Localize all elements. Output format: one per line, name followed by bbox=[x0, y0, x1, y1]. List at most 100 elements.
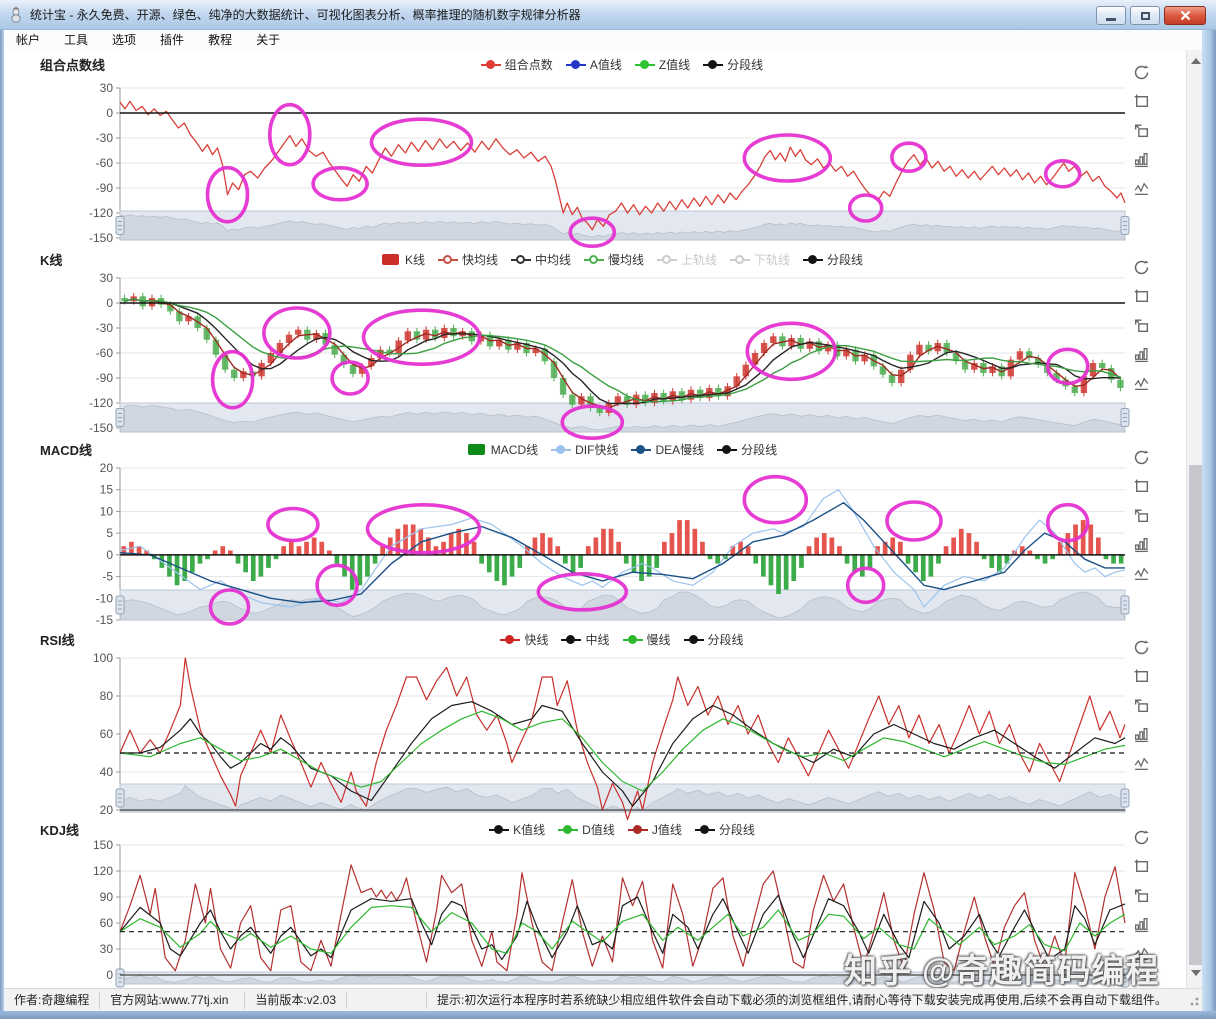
bar-view-icon[interactable] bbox=[1133, 536, 1150, 553]
menu-item-tutorial[interactable]: 教程 bbox=[196, 30, 244, 50]
menu-item-about[interactable]: 关于 bbox=[244, 30, 292, 50]
line-view-icon[interactable] bbox=[1133, 945, 1150, 962]
legend-item-K线[interactable]: K线 bbox=[381, 251, 425, 268]
scroll-up-icon[interactable] bbox=[1191, 58, 1201, 64]
y-tick-label: -10 bbox=[96, 591, 114, 605]
legend-item-上轨线[interactable]: 上轨线 bbox=[657, 251, 717, 268]
bar-view-icon[interactable] bbox=[1133, 346, 1150, 363]
legend-marker-icon bbox=[438, 254, 458, 265]
refresh-icon[interactable] bbox=[1133, 449, 1150, 466]
y-tick-label: 15 bbox=[100, 483, 114, 497]
legend-label: J值线 bbox=[652, 821, 682, 838]
legend-label: 分段线 bbox=[741, 441, 777, 458]
annotation-ellipse bbox=[887, 502, 941, 540]
legend-item-J值线[interactable]: J值线 bbox=[628, 821, 682, 838]
chart-tools-kdj bbox=[1128, 829, 1154, 962]
refresh-icon[interactable] bbox=[1133, 64, 1150, 81]
bar-view-icon[interactable] bbox=[1133, 726, 1150, 743]
zoom-select-icon[interactable] bbox=[1133, 668, 1150, 685]
legend-item-分段线[interactable]: 分段线 bbox=[803, 251, 863, 268]
legend-label: MACD线 bbox=[491, 441, 538, 458]
chart-header-macd: MACD线MACD线DIF快线DEA慢线分段线 bbox=[4, 435, 1184, 463]
chart-title-rsi: RSI线 bbox=[40, 630, 210, 649]
vertical-scrollbar[interactable] bbox=[1186, 50, 1202, 988]
legend-marker-icon bbox=[566, 59, 586, 70]
legend-item-中均线[interactable]: 中均线 bbox=[511, 251, 571, 268]
chart-tools-macd bbox=[1128, 449, 1154, 582]
legend-item-中线[interactable]: 中线 bbox=[561, 631, 609, 648]
refresh-icon[interactable] bbox=[1133, 829, 1150, 846]
line-view-icon[interactable] bbox=[1133, 180, 1150, 197]
refresh-icon[interactable] bbox=[1133, 259, 1150, 276]
legend-label: 分段线 bbox=[719, 821, 755, 838]
legend-marker-icon bbox=[500, 634, 520, 645]
maximize-button[interactable] bbox=[1130, 6, 1160, 25]
legend-item-分段线[interactable]: 分段线 bbox=[703, 56, 763, 73]
legend-item-快线[interactable]: 快线 bbox=[500, 631, 548, 648]
menu-item-account[interactable]: 帐户 bbox=[4, 30, 52, 50]
restore-zoom-icon[interactable] bbox=[1133, 697, 1150, 714]
status-tip: 提示:初次运行本程序时若系统缺少相应组件软件会自动下载必须的浏览框组件,请耐心等… bbox=[427, 992, 1186, 1009]
restore-zoom-icon[interactable] bbox=[1133, 122, 1150, 139]
legend-item-D值线[interactable]: D值线 bbox=[558, 821, 615, 838]
scrollbar-thumb[interactable] bbox=[1189, 465, 1202, 965]
line-view-icon[interactable] bbox=[1133, 755, 1150, 772]
legend-item-分段线[interactable]: 分段线 bbox=[717, 441, 777, 458]
refresh-icon[interactable] bbox=[1133, 639, 1150, 656]
legend-item-Z值线[interactable]: Z值线 bbox=[635, 56, 690, 73]
menu-item-plugins[interactable]: 插件 bbox=[148, 30, 196, 50]
scroll-down-icon[interactable] bbox=[1191, 970, 1201, 976]
y-tick-label: -30 bbox=[96, 321, 114, 335]
annotation-ellipse bbox=[372, 119, 472, 165]
line-view-icon[interactable] bbox=[1133, 375, 1150, 392]
chart-plot-kline: 300-30-60-90-120-150 bbox=[88, 273, 1133, 435]
legend-marker-icon bbox=[730, 254, 750, 265]
legend-marker-icon bbox=[684, 634, 704, 645]
line-view-icon[interactable] bbox=[1133, 565, 1150, 582]
zoom-select-icon[interactable] bbox=[1133, 858, 1150, 875]
restore-zoom-icon[interactable] bbox=[1133, 507, 1150, 524]
legend-item-慢均线[interactable]: 慢均线 bbox=[584, 251, 644, 268]
legend-item-分段线[interactable]: 分段线 bbox=[684, 631, 744, 648]
status-bar: 作者:奇趣编程 官方网站:www.77tj.xin 当前版本:v2.03 提示:… bbox=[4, 988, 1202, 1011]
legend-item-A值线[interactable]: A值线 bbox=[566, 56, 622, 73]
legend-label: D值线 bbox=[582, 821, 615, 838]
resize-grip-icon[interactable] bbox=[1186, 993, 1200, 1007]
zoom-select-icon[interactable] bbox=[1133, 93, 1150, 110]
menu-item-options[interactable]: 选项 bbox=[100, 30, 148, 50]
bar-view-icon[interactable] bbox=[1133, 151, 1150, 168]
legend-item-组合点数[interactable]: 组合点数 bbox=[481, 56, 553, 73]
chart-plot-kdj: 1501209060300 bbox=[88, 843, 1133, 988]
legend-item-快均线[interactable]: 快均线 bbox=[438, 251, 498, 268]
restore-zoom-icon[interactable] bbox=[1133, 887, 1150, 904]
close-button[interactable] bbox=[1164, 6, 1206, 25]
legend-item-K值线[interactable]: K值线 bbox=[489, 821, 545, 838]
legend-label: 下轨线 bbox=[754, 251, 790, 268]
y-tick-label: 100 bbox=[93, 651, 113, 665]
bar-view-icon[interactable] bbox=[1133, 916, 1150, 933]
legend-marker-icon bbox=[489, 824, 509, 835]
legend-item-下轨线[interactable]: 下轨线 bbox=[730, 251, 790, 268]
legend-item-慢线[interactable]: 慢线 bbox=[623, 631, 671, 648]
y-tick-label: 10 bbox=[100, 504, 114, 518]
status-website[interactable]: 官方网站:www.77tj.xin bbox=[100, 992, 245, 1009]
restore-zoom-icon[interactable] bbox=[1133, 317, 1150, 334]
minimize-button[interactable] bbox=[1096, 6, 1126, 25]
legend-item-MACD线[interactable]: MACD线 bbox=[467, 441, 538, 458]
legend-item-DEA慢线[interactable]: DEA慢线 bbox=[631, 441, 704, 458]
maximize-icon bbox=[1141, 12, 1150, 20]
menu-item-tools[interactable]: 工具 bbox=[52, 30, 100, 50]
legend-label: 快线 bbox=[524, 631, 548, 648]
y-tick-label: 0 bbox=[106, 968, 113, 982]
y-tick-label: 0 bbox=[106, 296, 113, 310]
y-tick-label: -120 bbox=[89, 396, 113, 410]
window-controls bbox=[1096, 6, 1206, 25]
legend-label: 上轨线 bbox=[681, 251, 717, 268]
legend-label: 组合点数 bbox=[505, 56, 553, 73]
zoom-select-icon[interactable] bbox=[1133, 288, 1150, 305]
legend-item-DIF快线[interactable]: DIF快线 bbox=[551, 441, 618, 458]
zoom-select-icon[interactable] bbox=[1133, 478, 1150, 495]
legend-item-分段线[interactable]: 分段线 bbox=[695, 821, 755, 838]
title-bar[interactable]: 统计宝 - 永久免费、开源、绿色、纯净的大数据统计、可视化图表分析、概率推理的随… bbox=[0, 0, 1216, 30]
chart-tools-rsi bbox=[1128, 639, 1154, 772]
